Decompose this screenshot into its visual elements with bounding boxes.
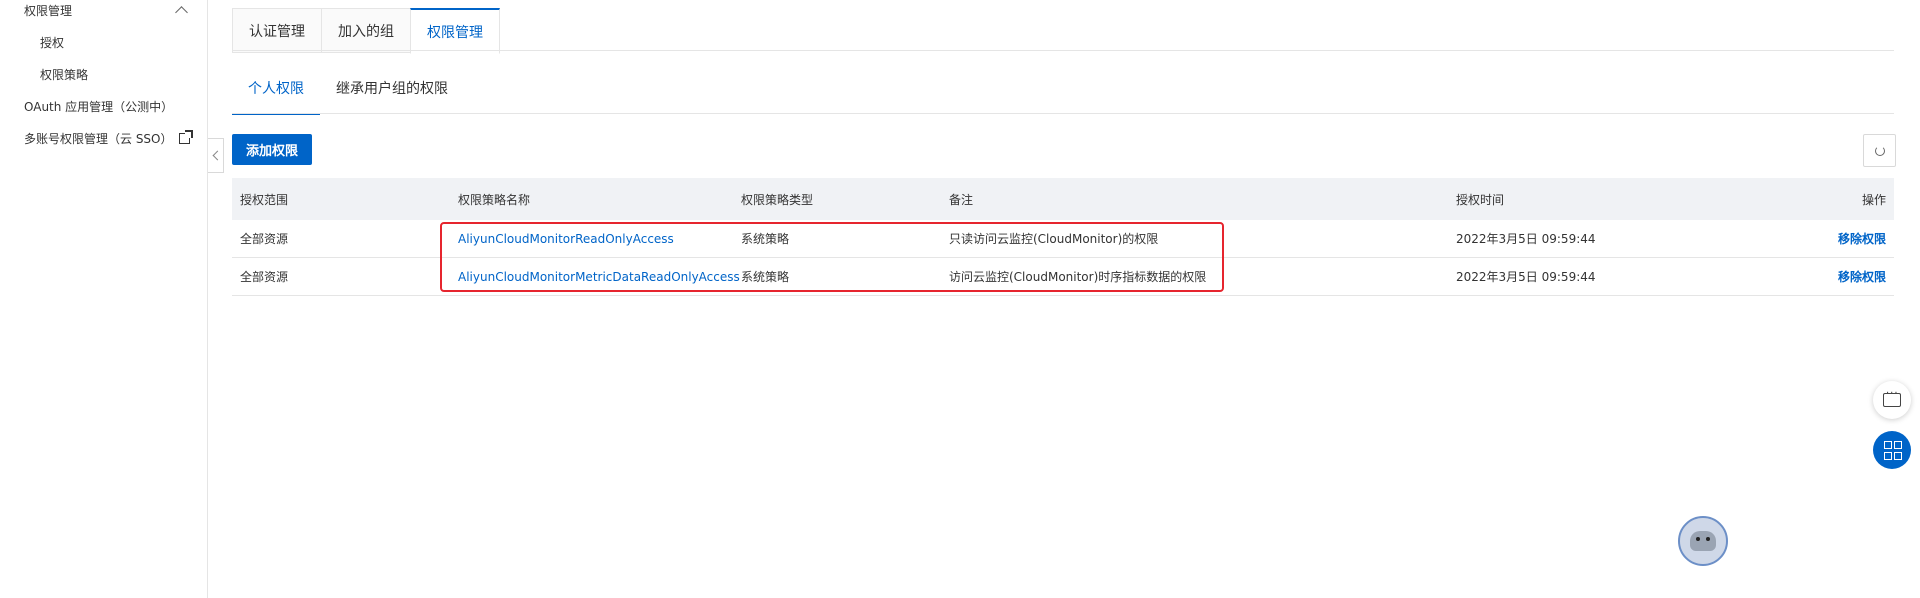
refresh-icon: [1874, 145, 1885, 156]
header-time: 授权时间: [1456, 192, 1505, 207]
robot-assistant-icon: [1690, 531, 1716, 551]
sidebar-item-sso-label: 多账号权限管理（云 SSO）: [24, 132, 173, 146]
chevron-left-icon: [212, 150, 222, 161]
subtab-personal-permissions[interactable]: 个人权限: [232, 78, 320, 115]
chevron-up-icon: [175, 5, 188, 19]
header-policy-type: 权限策略类型: [741, 192, 814, 207]
header-scope: 授权范围: [240, 192, 289, 207]
apps-icon: [1883, 440, 1902, 460]
row-scope: 全部资源: [240, 232, 289, 246]
sidebar: 权限管理 授权 权限策略 OAuth 应用管理（公测中） 多账号权限管理（云 S…: [0, 0, 208, 598]
tab-joined-groups[interactable]: 加入的组: [321, 8, 410, 53]
remove-permission-button[interactable]: 移除权限: [1838, 268, 1886, 285]
sidebar-group-permission[interactable]: 权限管理: [24, 0, 192, 20]
sidebar-item-oauth[interactable]: OAuth 应用管理（公测中）: [24, 98, 173, 115]
row-time: 2022年3月5日 09:59:44: [1456, 232, 1596, 246]
sidebar-item-authorize[interactable]: 授权: [40, 34, 64, 51]
row-time: 2022年3月5日 09:59:44: [1456, 270, 1596, 284]
highlight-box: [440, 222, 1224, 292]
feedback-button[interactable]: [1873, 381, 1911, 419]
external-link-icon: [178, 130, 193, 144]
subtabs-divider: [232, 113, 1894, 114]
sub-tabs: 个人权限 继承用户组的权限: [232, 78, 464, 115]
tab-permission-management[interactable]: 权限管理: [410, 8, 500, 54]
sidebar-item-policy[interactable]: 权限策略: [40, 66, 88, 83]
chat-icon: [1883, 388, 1901, 407]
apps-button[interactable]: [1873, 431, 1911, 469]
assistant-button[interactable]: [1678, 516, 1728, 566]
add-permission-button[interactable]: 添加权限: [232, 134, 312, 165]
sidebar-collapse-button[interactable]: [208, 138, 224, 173]
row-scope: 全部资源: [240, 270, 289, 284]
header-action: 操作: [1861, 192, 1886, 207]
tabs-divider: [232, 50, 1894, 51]
remove-permission-button[interactable]: 移除权限: [1838, 230, 1886, 247]
subtab-inherited-permissions[interactable]: 继承用户组的权限: [320, 78, 464, 113]
sidebar-item-sso[interactable]: 多账号权限管理（云 SSO）: [24, 130, 193, 147]
sidebar-group-label: 权限管理: [24, 3, 73, 18]
main-tabs: 认证管理 加入的组 权限管理: [232, 8, 500, 54]
table-header: 授权范围 权限策略名称 权限策略类型 备注 授权时间 操作: [232, 178, 1894, 220]
refresh-button[interactable]: [1863, 134, 1896, 167]
header-policy-name: 权限策略名称: [458, 192, 531, 207]
tab-auth-management[interactable]: 认证管理: [232, 8, 321, 53]
header-note: 备注: [949, 192, 974, 207]
